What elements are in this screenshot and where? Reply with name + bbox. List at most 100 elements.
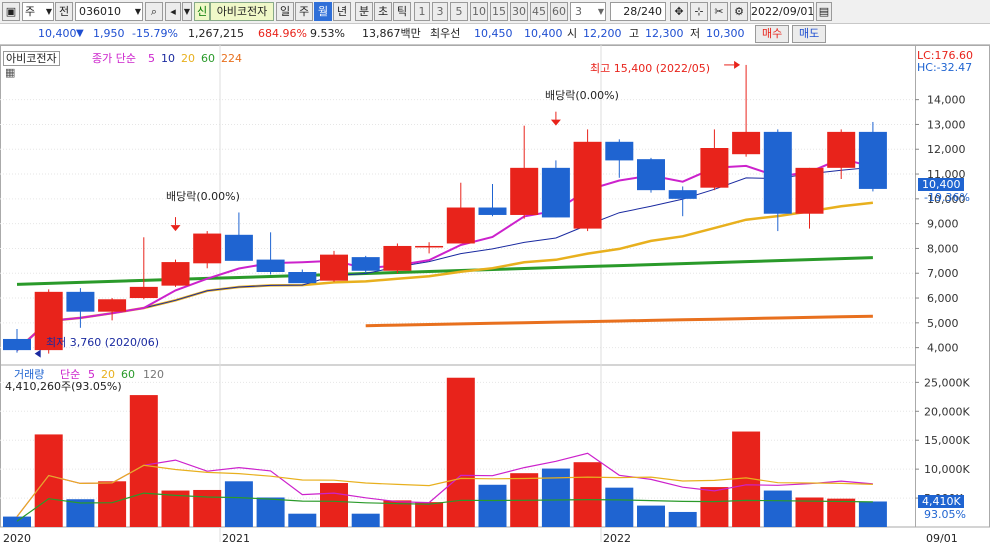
grid-menu-icon[interactable]: ▦ [5,66,15,79]
period-second-button[interactable]: 초 [374,2,392,21]
price-tick-label: 13,000 [927,118,966,131]
compare-mode-button[interactable]: 전 [55,2,73,21]
stock-code-value: 036010 [79,5,121,18]
volume-bar [288,513,317,527]
price-change: 1,950 [93,27,125,40]
candle-body [763,131,792,214]
price-tick-label: 14,000 [927,94,966,107]
price-change-pct: -15.79% [132,27,178,40]
candle-body [541,167,570,218]
chevron-down-icon: ▼ [134,7,141,16]
candle-body [478,207,507,215]
volume-tick-label: 10,000K [924,463,970,476]
volume-bar [827,498,856,527]
candle-body [858,131,887,189]
open-price: 12,200 [583,27,622,40]
hc-label: HC:-32.47 [917,61,973,74]
interval-5-button[interactable]: 5 [450,2,468,21]
candle-body [66,291,95,312]
interval-3-button[interactable]: 3 [432,2,448,21]
candle-body [129,286,158,299]
volume-ratio: 684.96% [258,27,307,40]
interval-45-button[interactable]: 45 [530,2,548,21]
date-input[interactable]: 2022/09/01 [750,2,814,21]
legend-ma5: 5 [148,52,155,65]
move-icon[interactable]: ✥ [670,2,688,21]
period-mode-select[interactable]: 주 ▼ [22,2,54,21]
period-year-button[interactable]: 년 [333,2,351,21]
stock-name: 아비코전자 [210,2,274,21]
volume-tick-label: 25,000K [924,376,970,389]
custom-interval-input[interactable]: 3 ▼ [570,2,606,21]
speaker-icon[interactable]: ◂ [165,2,181,21]
candle-body [98,299,127,312]
current-price: 10,400 [38,27,77,40]
volume-bar [224,481,253,527]
volume-tick-label: 20,000K [924,405,970,418]
stock-code-input[interactable]: 036010 ▼ [75,2,143,21]
price-tick-label: 9,000 [927,218,959,231]
candle-body [288,272,317,284]
current-price-tag: 10,400 [918,178,964,191]
sell-button[interactable]: 매도 [792,25,827,43]
candle-body [637,159,665,191]
current-price-pct: -19.36% [924,191,970,204]
volume-bar [637,505,665,527]
candle-body [415,245,444,248]
best-quote-label: 최우선 [430,27,461,40]
quote-bar: 10,400 ▼ 1,950 -15.79% 1,267,215 684.96%… [0,24,990,45]
volume-tag: 4,410K [918,495,964,508]
dropdown-icon[interactable]: ▼ [182,2,192,21]
page-count: 28/240 [610,2,666,21]
candle-body [161,262,190,286]
price-tick-label: 4,000 [927,342,959,355]
volume-bar [3,516,31,527]
buy-button[interactable]: 매수 [755,25,790,43]
volume-bar [193,489,222,527]
interval-60-button[interactable]: 60 [550,2,568,21]
period-tick-button[interactable]: 틱 [393,2,411,21]
legend-ma224: 224 [221,52,242,65]
stock-chart[interactable]: 14,00013,00012,00011,00010,0009,0008,000… [0,45,990,550]
chevron-down-icon: ▼ [45,7,52,16]
legend-ma10: 10 [161,52,175,65]
calendar-icon[interactable]: ▤ [816,2,832,21]
volume-bar [858,501,887,527]
custom-interval-value: 3 [575,5,582,18]
interval-15-button[interactable]: 15 [490,2,508,21]
crosshair-icon[interactable]: ⊹ [690,2,708,21]
price-tick-label: 5,000 [927,317,959,330]
interval-1-button[interactable]: 1 [414,2,430,21]
volume-bar [478,484,507,527]
low-note: 최저 3,760 (2020/06) [46,336,160,349]
period-day-button[interactable]: 일 [276,2,294,21]
candle-body [827,131,856,168]
interval-30-button[interactable]: 30 [510,2,528,21]
price-tick-label: 12,000 [927,143,966,156]
volume-bar [795,497,824,527]
period-month-button[interactable]: 월 [314,2,332,21]
volume-bar [351,513,380,527]
chevron-down-icon: ▼ [597,7,604,16]
gear-icon[interactable]: ⚙ [730,2,748,21]
candle-body [224,234,253,261]
volume-bar [256,497,285,527]
legend-ma20: 20 [181,52,195,65]
interval-10-button[interactable]: 10 [470,2,488,21]
legend-stock-name: 아비코전자 [3,51,60,66]
dividend-note-2: 배당락(0.00%) [545,89,619,102]
turnover-rate: 9.53% [310,27,345,40]
candle-body [668,190,697,199]
search-icon[interactable]: ⌕ [145,2,163,21]
candle-body [256,259,285,272]
candle-body [446,207,475,244]
x-label-2021: 2021 [222,532,250,545]
trade-amount: 13,867백만 [362,27,421,40]
period-minute-button[interactable]: 분 [355,2,373,21]
window-menu-icon[interactable]: ▣ [2,2,20,21]
candle-body [320,254,348,281]
low-label: 저 [690,27,701,40]
period-week-button[interactable]: 주 [295,2,313,21]
volume-tick-label: 15,000K [924,434,970,447]
tools-icon[interactable]: ✂ [710,2,728,21]
